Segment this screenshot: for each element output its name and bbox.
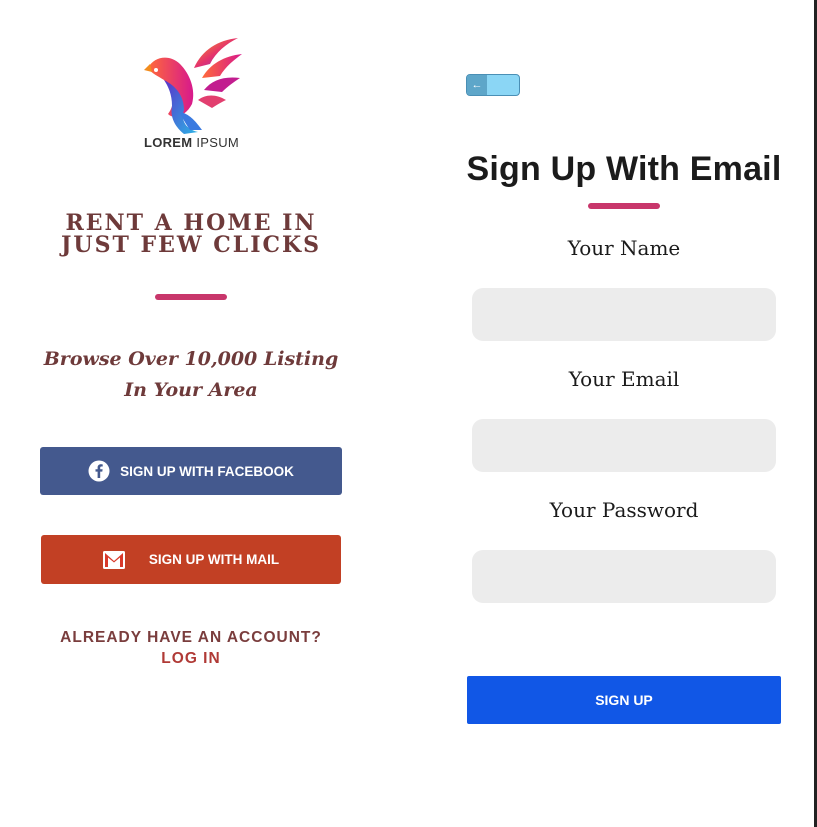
login-prompt-text: ALREADY HAVE AN ACCOUNT?: [60, 629, 322, 646]
form-title: Sign Up With Email: [466, 150, 782, 188]
email-input[interactable]: [472, 419, 776, 472]
signup-mail-button[interactable]: SIGN UP WITH MAIL: [41, 535, 341, 584]
signup-facebook-label: SIGN UP WITH FACEBOOK: [120, 463, 294, 479]
signup-mail-label: SIGN UP WITH MAIL: [148, 552, 280, 567]
brand-logo: LOREM IPSUM: [100, 34, 283, 156]
accent-divider: [155, 294, 227, 300]
name-label: Your Name: [567, 236, 681, 260]
signup-facebook-button[interactable]: SIGN UP WITH FACEBOOK: [40, 447, 342, 495]
name-input[interactable]: [472, 288, 776, 341]
facebook-icon: [88, 460, 110, 482]
signup-button-label: SIGN UP: [595, 692, 653, 708]
signup-button[interactable]: SIGN UP: [467, 676, 781, 724]
back-button[interactable]: ←: [466, 74, 520, 96]
email-label: Your Email: [568, 367, 680, 391]
tagline-heading: RENT A HOME IN JUST FEW CLICKS: [60, 210, 322, 258]
back-arrow-icon: ←: [467, 75, 487, 95]
password-label: Your Password: [549, 498, 699, 522]
gmail-icon: [102, 550, 125, 569]
password-input[interactable]: [472, 550, 776, 603]
bird-logo-icon: [144, 38, 242, 134]
brand-wordmark: LOREM IPSUM: [143, 135, 240, 150]
login-prompt: ALREADY HAVE AN ACCOUNT? LOG IN: [40, 627, 342, 669]
form-accent-divider: [588, 203, 660, 209]
browse-subheading: Browse Over 10,000 Listing In Your Area: [43, 348, 339, 401]
login-link[interactable]: LOG IN: [161, 648, 220, 669]
